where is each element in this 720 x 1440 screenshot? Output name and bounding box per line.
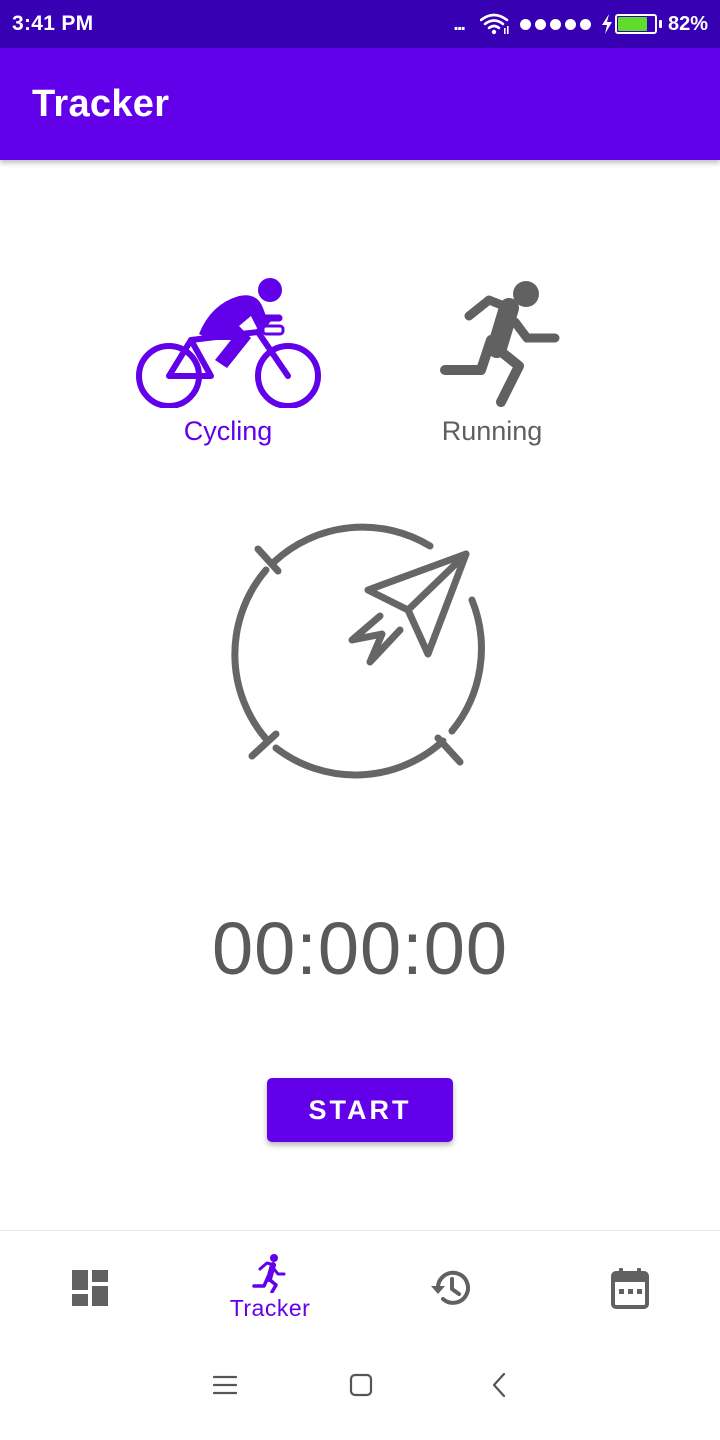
tracker-screen: 3:41 PM ... 82% Tracker Cycling Running … (0, 0, 720, 1440)
compass-icon (231, 523, 485, 779)
wifi-icon (479, 13, 509, 35)
elapsed-timer: 00:00:00 (211, 907, 509, 990)
status-icons: ... 82% (453, 13, 708, 36)
charging-bolt-icon (601, 14, 612, 34)
battery-icon (614, 14, 657, 34)
notification-overflow-icon: ... (453, 12, 466, 35)
dashboard-icon (72, 1269, 108, 1306)
nav-item-calendar[interactable] (540, 1231, 720, 1344)
history-icon (431, 1270, 470, 1305)
battery-percent: 82% (667, 12, 708, 35)
activity-option-running[interactable]: Running (392, 268, 592, 447)
nav-label-tracker: Tracker (229, 1295, 311, 1321)
running-icon (440, 281, 560, 407)
battery-indicator: 82% (601, 13, 708, 36)
activity-label-running: Running (441, 416, 543, 446)
app-bar: Tracker (0, 48, 720, 160)
signal-strength-icon (519, 18, 591, 30)
back-icon[interactable] (488, 1373, 512, 1397)
start-button[interactable]: START (267, 1078, 453, 1142)
status-time: 3:41 PM (12, 12, 94, 35)
nav-item-tracker[interactable]: Tracker (180, 1231, 360, 1344)
page-title: Tracker (32, 82, 170, 125)
calendar-icon (611, 1267, 649, 1309)
battery-fill (617, 17, 648, 31)
home-icon[interactable] (349, 1373, 373, 1397)
activity-option-cycling[interactable]: Cycling (128, 268, 328, 447)
menu-icon[interactable] (213, 1373, 237, 1397)
status-bar: 3:41 PM ... 82% (0, 0, 720, 48)
bottom-navigation: Tracker (0, 1230, 720, 1344)
nav-item-dashboard[interactable] (0, 1231, 180, 1344)
bicycle-icon (136, 278, 321, 408)
running-icon (252, 1254, 286, 1293)
nav-item-history[interactable] (360, 1231, 540, 1344)
activity-label-cycling: Cycling (183, 416, 273, 446)
